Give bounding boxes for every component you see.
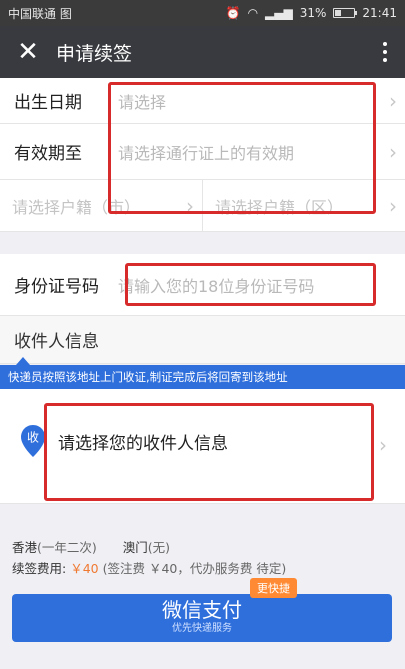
wifi-icon: ◠	[247, 6, 259, 20]
fee-line: 续签费用: ￥40 (签注费 ￥40，代办服务费 待定)	[12, 558, 286, 577]
clock-time: 21:41	[362, 6, 397, 20]
id-number-row: 身份证号码 请输入您的18位身份证号码	[0, 254, 405, 316]
id-number-label: 身份证号码	[14, 277, 99, 297]
mo-note: (无)	[147, 540, 171, 555]
carrier-text: 中国联通 图	[8, 6, 72, 21]
mo-label: 澳门	[122, 540, 148, 555]
fee-label: 续签费用:	[12, 561, 67, 576]
chevron-right-icon: ›	[389, 193, 397, 218]
receiver-section-header: 收件人信息	[0, 316, 405, 364]
more-options-icon[interactable]	[365, 42, 405, 62]
hukou-row: 请选择户籍（市） › 请选择户籍（区） ›	[0, 180, 405, 232]
status-bar: 中国联通 图 ⏰ ◠ ▂▄▆ 31% 21:41	[0, 0, 405, 26]
chevron-right-icon: ›	[379, 433, 387, 457]
fee-detail: (签注费 ￥40，代办服务费 待定)	[102, 561, 287, 576]
page-title: 申请续签	[56, 42, 133, 65]
birth-date-row[interactable]: 出生日期 请选择 ›	[0, 78, 405, 124]
hk-note: (一年二次)	[37, 540, 97, 555]
expiry-date-label: 有效期至	[14, 144, 82, 164]
hukou-district-text: 请选择户籍（区）	[215, 197, 344, 217]
birth-date-label: 出生日期	[14, 93, 82, 113]
battery-percent: 31%	[299, 6, 327, 20]
hukou-city-text: 请选择户籍（市）	[12, 197, 141, 217]
close-icon[interactable]: ✕	[0, 26, 56, 78]
hk-label: 香港	[12, 540, 38, 555]
location-pin-icon: 收	[21, 425, 45, 457]
courier-notice: 快递员按照该地址上门收证,制证完成后将回寄到该地址	[0, 365, 405, 389]
expiry-date-row[interactable]: 有效期至 请选择通行证上的有效期 ›	[0, 124, 405, 180]
wechat-pay-button[interactable]: 微信支付 优先快递服务	[12, 594, 392, 642]
receiver-section-title: 收件人信息	[14, 332, 99, 352]
top-navbar: ✕ 申请续签	[0, 26, 405, 78]
id-number-input[interactable]: 请输入您的18位身份证号码	[118, 273, 405, 297]
receiver-select-row[interactable]: 请选择您的收件人信息 ›	[0, 389, 405, 504]
chevron-right-icon: ›	[186, 193, 194, 218]
hukou-city-picker[interactable]: 请选择户籍（市） ›	[0, 180, 202, 231]
chevron-right-icon: ›	[389, 139, 397, 164]
battery-icon	[333, 8, 358, 18]
pay-button-label: 微信支付	[162, 598, 242, 622]
notice-pointer	[16, 357, 30, 365]
birth-date-picker[interactable]: 请选择	[118, 89, 381, 113]
fee-price: ￥40	[70, 561, 99, 576]
visa-type-line: 香港(一年二次) 澳门(无)	[12, 537, 170, 556]
pin-label: 收	[27, 431, 39, 445]
signal-icon: ▂▄▆	[265, 6, 293, 20]
faster-badge: 更快捷	[250, 578, 297, 598]
receiver-select-text: 请选择您的收件人信息	[58, 434, 228, 454]
chevron-right-icon: ›	[389, 88, 397, 113]
alarm-icon: ⏰	[225, 6, 241, 20]
pay-button-sublabel: 优先快递服务	[172, 623, 232, 634]
hukou-district-picker[interactable]: 请选择户籍（区） ›	[202, 180, 405, 231]
expiry-date-picker[interactable]: 请选择通行证上的有效期	[118, 140, 381, 164]
